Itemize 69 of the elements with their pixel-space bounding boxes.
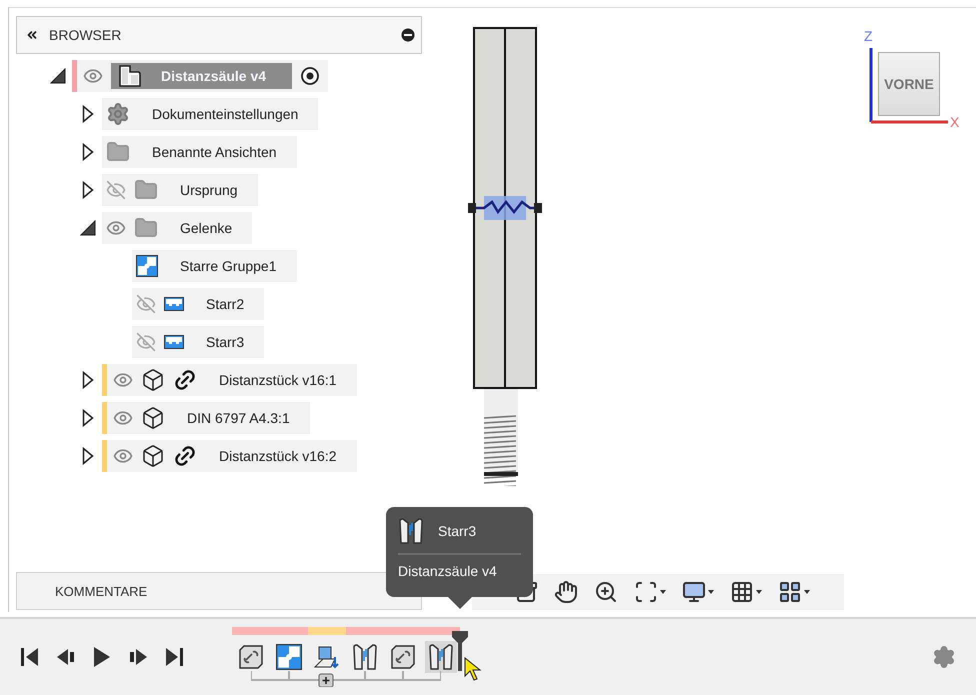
rigid-group-icon xyxy=(136,255,158,277)
last-button[interactable] xyxy=(164,646,184,668)
tree-item-label: DIN 6797 A4.3:1 xyxy=(186,410,291,426)
linked-cube-icon xyxy=(238,644,264,670)
tree-item[interactable]: Ursprung xyxy=(102,174,258,206)
tree-item[interactable]: Starr3 xyxy=(132,326,264,358)
caret-icon[interactable] xyxy=(660,590,666,594)
panel-title: KOMMENTARE xyxy=(55,584,148,598)
gear-icon xyxy=(106,102,130,126)
joint-icon xyxy=(428,643,454,671)
joint-icon xyxy=(164,297,184,311)
tree-item-label: Benannte Ansichten xyxy=(151,144,278,160)
previous-button[interactable] xyxy=(56,646,76,668)
timeline-feature[interactable] xyxy=(425,641,457,673)
cursor-icon xyxy=(464,657,482,681)
pan-button[interactable] xyxy=(552,578,580,606)
timeline-feature[interactable] xyxy=(273,641,305,673)
joint-icon xyxy=(398,517,424,545)
joint-icon xyxy=(164,335,184,349)
next-button[interactable] xyxy=(128,646,148,668)
tree-item[interactable]: Benannte Ansichten xyxy=(102,136,297,168)
tree-item-label: Distanzstück v16:2 xyxy=(218,448,338,464)
tree-item-label: Gelenke xyxy=(179,220,234,236)
caret-icon[interactable] xyxy=(756,590,762,594)
expand-triangle-icon[interactable] xyxy=(82,105,94,123)
folder-icon xyxy=(134,216,158,240)
expand-triangle-icon[interactable] xyxy=(82,371,94,389)
minimize-icon[interactable] xyxy=(401,28,415,42)
tree-item[interactable]: Starre Gruppe1 xyxy=(132,250,296,282)
expand-triangle-icon[interactable] xyxy=(82,447,94,465)
view-cube[interactable]: VORNE xyxy=(878,52,940,116)
settings-icon[interactable] xyxy=(932,645,956,669)
tree-item-label: Starr3 xyxy=(205,334,246,350)
cube-icon xyxy=(141,406,165,430)
tree-item-label: Ursprung xyxy=(179,182,239,198)
tree-item[interactable]: Gelenke xyxy=(102,212,252,244)
tree-item[interactable]: Dokumenteinstellungen xyxy=(102,98,318,130)
tree-item-label: Starre Gruppe1 xyxy=(179,258,278,274)
folder-icon xyxy=(134,178,158,202)
linked-cube-icon xyxy=(390,644,416,670)
rigid-group-icon xyxy=(276,644,302,670)
collapse-icon[interactable] xyxy=(25,28,39,42)
tooltip-title: Starr3 xyxy=(438,523,476,539)
folder-icon xyxy=(106,140,130,164)
component-icon xyxy=(117,63,143,89)
tree-item-label: Dokumenteinstellungen xyxy=(151,106,300,122)
tree-item-label: Distanzstück v16:1 xyxy=(218,372,338,388)
tree-item-label: Distanzsäule v4 xyxy=(161,68,266,84)
first-button[interactable] xyxy=(20,646,40,668)
cube-icon xyxy=(141,444,165,468)
caret-icon[interactable] xyxy=(804,590,810,594)
panel-title: BROWSER xyxy=(49,27,122,43)
play-button[interactable] xyxy=(92,645,112,669)
expand-triangle-icon[interactable] xyxy=(82,143,94,161)
active-radio-icon[interactable] xyxy=(300,66,320,86)
expand-triangle-icon[interactable] xyxy=(82,181,94,199)
tree-item[interactable]: Distanzstück v16:1 xyxy=(102,364,356,396)
caret-icon[interactable] xyxy=(708,590,714,594)
cube-icon xyxy=(141,368,165,392)
axis-label: X xyxy=(950,114,960,130)
axis-label: Z xyxy=(864,28,873,44)
joint-icon xyxy=(352,643,378,671)
collapse-triangle-icon[interactable] xyxy=(80,220,96,236)
tree-item[interactable]: DIN 6797 A4.3:1 xyxy=(102,402,310,434)
tree-item-label: Starr2 xyxy=(205,296,246,312)
collapse-triangle-icon[interactable] xyxy=(50,68,66,84)
tree-item[interactable]: Distanzstück v16:2 xyxy=(102,440,356,472)
expand-triangle-icon[interactable] xyxy=(82,409,94,427)
tree-item[interactable]: Starr2 xyxy=(132,288,264,320)
